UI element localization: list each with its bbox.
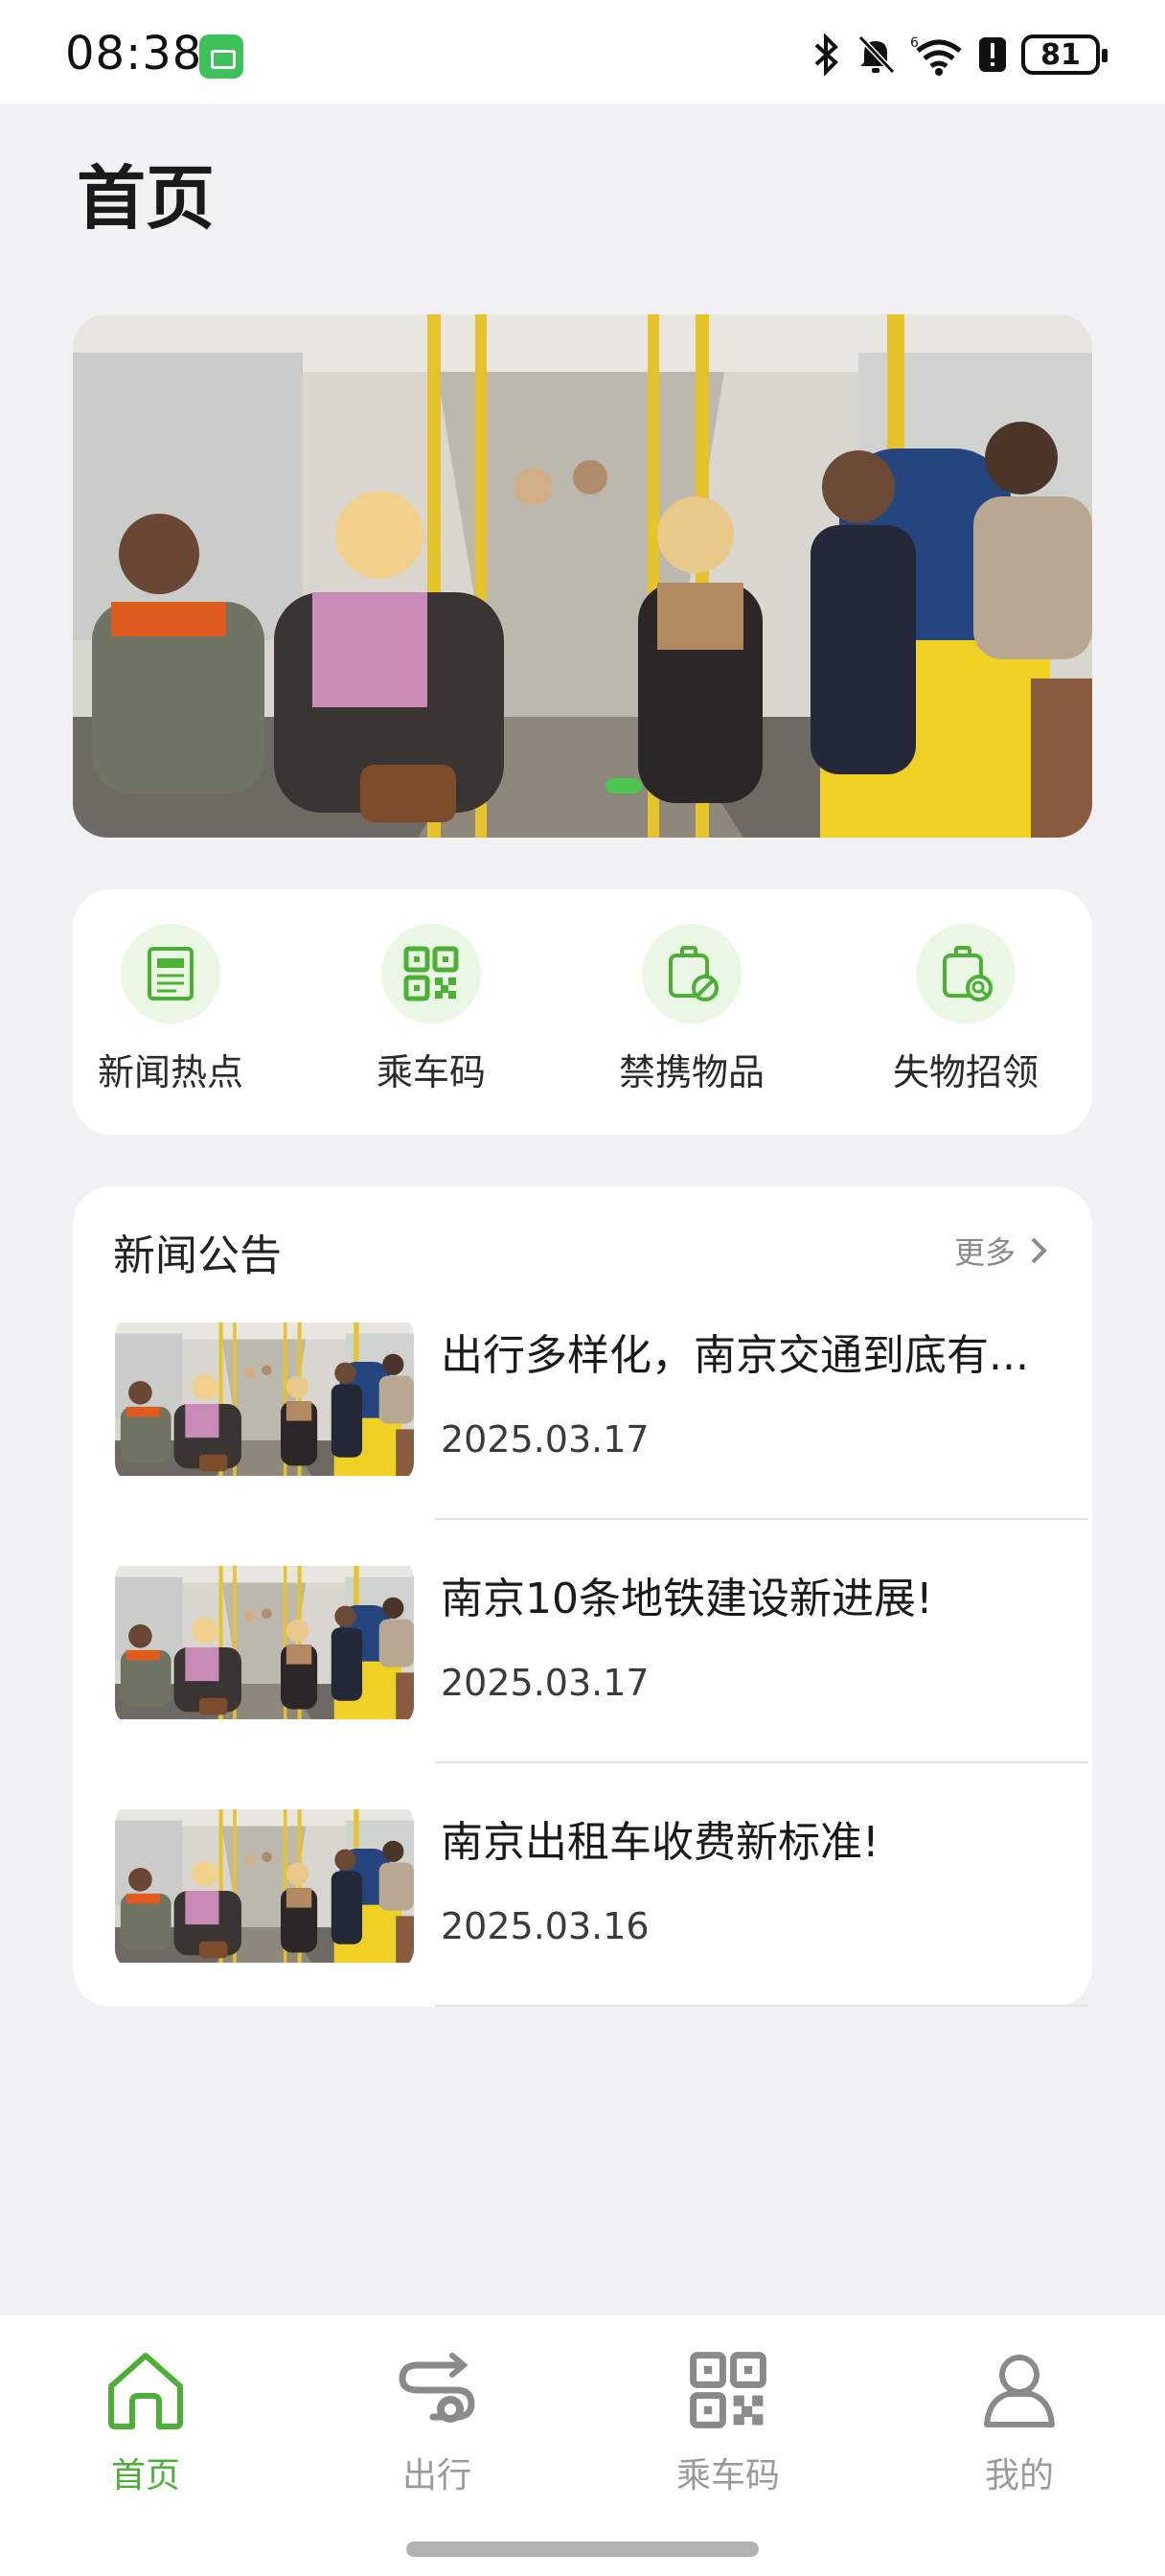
- bottom-tab-bar: 首页 出行 乘车码 我的: [0, 2315, 1165, 2576]
- home-icon: [108, 2353, 183, 2429]
- status-bar: 08:38 6 81: [0, 0, 1165, 104]
- route-icon: [399, 2353, 475, 2423]
- news-thumbnail: [115, 1558, 414, 1727]
- news-item-date: 2025.03.17: [441, 1418, 650, 1460]
- chevron-right-icon: [1031, 1237, 1047, 1264]
- mute-icon: [857, 34, 896, 75]
- tab-label: 出行: [401, 2456, 471, 2496]
- alert-icon: [979, 37, 1006, 72]
- bus-interior-photo: [73, 314, 1092, 838]
- news-more-link[interactable]: 更多: [954, 1229, 1048, 1273]
- news-thumbnail: [115, 1315, 414, 1484]
- carousel-indicator: [605, 778, 642, 794]
- news-item-title: 南京出租车收费新标准!: [441, 1818, 879, 1867]
- news-item-date: 2025.03.16: [441, 1905, 650, 1947]
- quick-entry-lost-found[interactable]: 失物招领: [879, 924, 1052, 1095]
- quick-entry-label: 新闻热点: [97, 1051, 243, 1093]
- quick-entry-card: 新闻热点 乘车码 禁携物品 失物招领: [73, 889, 1092, 1135]
- tab-label: 乘车码: [675, 2456, 780, 2496]
- quick-entry-prohibited[interactable]: 禁携物品: [605, 924, 778, 1095]
- news-thumbnail: [115, 1802, 414, 1970]
- quick-entry-label: 禁携物品: [618, 1051, 765, 1093]
- qr-code-icon: [403, 946, 459, 1001]
- quick-entry-news[interactable]: 新闻热点: [84, 924, 257, 1095]
- more-label: 更多: [953, 1234, 1016, 1271]
- tab-label: 我的: [984, 2456, 1054, 2496]
- news-list-item[interactable]: 出行多样化，南京交通到底有... 2025.03.17: [73, 1288, 1092, 1531]
- news-card: 新闻公告 更多 出行多样化，南京交通到底有... 2025.03.17 南京10…: [73, 1186, 1092, 2007]
- news-item-date: 2025.03.17: [441, 1662, 650, 1704]
- status-icons: 6 81: [812, 29, 1108, 80]
- news-list-item[interactable]: 南京出租车收费新标准! 2025.03.16: [73, 1775, 1092, 2018]
- quick-entry-qr[interactable]: 乘车码: [345, 924, 517, 1095]
- tab-travel[interactable]: 出行: [341, 2344, 533, 2497]
- qr-code-icon: [690, 2352, 766, 2428]
- tab-label: 首页: [110, 2456, 180, 2496]
- app-notification-icon: [199, 34, 243, 79]
- divider: [435, 2005, 1088, 2007]
- banner-carousel[interactable]: [73, 314, 1092, 838]
- tab-mine[interactable]: 我的: [924, 2344, 1115, 2497]
- news-item-title: 出行多样化，南京交通到底有...: [441, 1331, 1029, 1380]
- wifi-icon: 6: [910, 35, 962, 76]
- divider: [435, 1518, 1088, 1520]
- prohibited-items-icon: [669, 946, 719, 1001]
- lost-and-found-icon: [943, 946, 993, 1001]
- quick-entry-label: 失物招领: [892, 1051, 1039, 1093]
- page-title: 首页: [77, 158, 216, 239]
- news-list-item[interactable]: 南京10条地铁建设新进展! 2025.03.17: [73, 1531, 1092, 1775]
- battery-icon: 81: [1021, 34, 1108, 75]
- status-time: 08:38: [65, 27, 203, 80]
- home-indicator[interactable]: [406, 2542, 759, 2557]
- news-icon: [148, 947, 194, 1000]
- quick-entry-label: 乘车码: [376, 1051, 486, 1093]
- bluetooth-icon: [814, 34, 838, 76]
- tab-home[interactable]: 首页: [50, 2344, 241, 2497]
- tab-ride-code[interactable]: 乘车码: [632, 2344, 824, 2497]
- divider: [435, 1761, 1088, 1763]
- news-section-title: 新闻公告: [113, 1231, 282, 1280]
- user-icon: [984, 2355, 1055, 2427]
- news-item-title: 南京10条地铁建设新进展!: [441, 1575, 933, 1623]
